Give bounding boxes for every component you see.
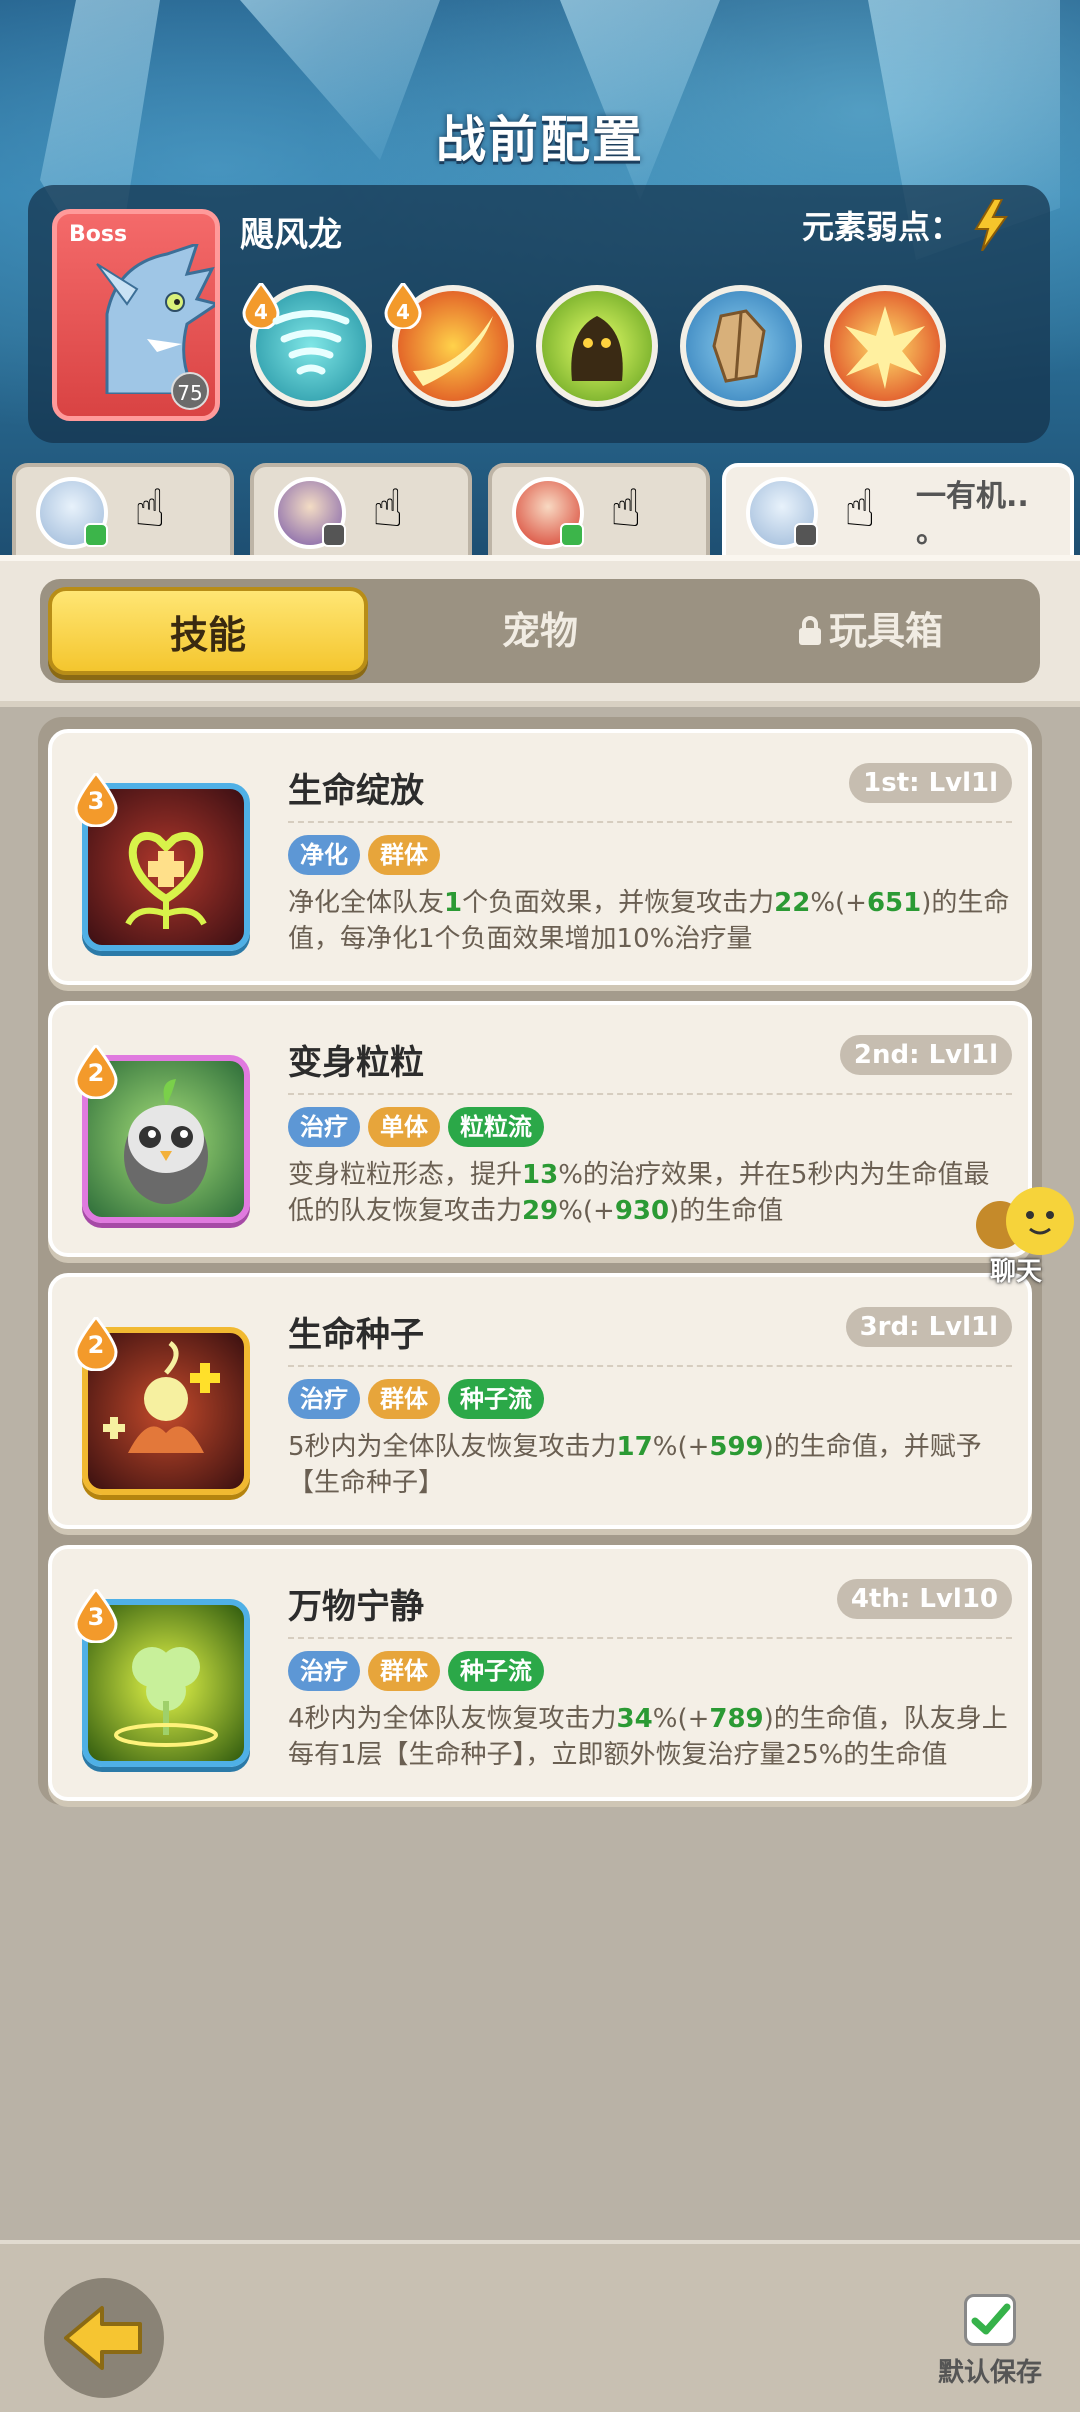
avatar: [274, 477, 346, 549]
weakness-label: 元素弱点：: [801, 208, 962, 246]
save-label: 默认保存: [937, 2358, 1042, 2388]
team-name-text: 一有机..: [916, 479, 1029, 514]
avatar: [36, 477, 108, 549]
skill-tag: 种子流: [448, 1379, 544, 1419]
divider: [288, 821, 1012, 823]
boss-level: 75: [171, 372, 209, 410]
skill-card[interactable]: 3 生命绽放 1st: Lvl1l 净化 群体 净化全体队友1个负面效果，并恢复…: [48, 729, 1032, 985]
skill-name: 万物宁静: [288, 1587, 424, 1627]
skill-rank: 3rd: Lvl1l: [845, 1307, 1012, 1347]
status-badge: [794, 523, 818, 547]
team-slot-2[interactable]: ☝: [250, 463, 472, 555]
shadow-beast-art: [571, 316, 623, 381]
boss-info-panel: Boss 75 飓风龙 元素弱点： 4 4: [28, 185, 1050, 443]
explosion-icon[interactable]: [824, 285, 946, 407]
avatar: [746, 477, 818, 549]
back-button[interactable]: [44, 2278, 164, 2398]
skill-tag: 种子流: [448, 1651, 544, 1691]
hand-pointer-icon: ☝: [844, 479, 876, 539]
skill-tags: 净化 群体: [288, 835, 440, 875]
skill-name: 生命种子: [288, 1315, 424, 1355]
bottom-bar: 默认保存: [0, 2240, 1080, 2412]
skill-tags: 治疗 群体 种子流: [288, 1379, 544, 1419]
skill-list: 3 生命绽放 1st: Lvl1l 净化 群体 净化全体队友1个负面效果，并恢复…: [38, 717, 1042, 1805]
skill-tags: 治疗 群体 种子流: [288, 1651, 544, 1691]
fire-slash-icon[interactable]: 4: [384, 283, 514, 407]
status-badge: [560, 523, 584, 547]
skill-tag: 治疗: [288, 1379, 360, 1419]
tab-pets[interactable]: 宠物: [380, 587, 700, 675]
divider: [288, 1365, 1012, 1367]
skill-description: 4秒内为全体队友恢复攻击力34%(+789)的生命值，队友身上每有1层【生命种子…: [288, 1704, 1008, 1770]
rock-shield-art: [712, 309, 766, 383]
skill-card[interactable]: 3 万物宁静 4th: Lvl10 治疗 群体 种子流 4秒内为全体队友恢复攻击…: [48, 1545, 1032, 1801]
status-badge: [322, 523, 346, 547]
skill-tag: 治疗: [288, 1651, 360, 1691]
tab-toybox[interactable]: 玩具箱: [710, 587, 1030, 675]
tab-strip: 技能 宠物 玩具箱: [0, 555, 1080, 707]
cost-drop-icon: 3: [74, 1586, 118, 1644]
team-name-dot: 。: [916, 515, 946, 550]
skill-card[interactable]: 2 变身粒粒 2nd: Lvl1l 治疗 单体 粒粒流 变身粒粒形态，提升13%…: [48, 1001, 1032, 1257]
skill-cost: 3: [87, 787, 105, 815]
element-weakness: 元素弱点：: [802, 199, 1010, 251]
cost-drop-icon: 2: [74, 1314, 118, 1372]
skill-cost: 3: [87, 1603, 105, 1631]
main-area: 技能 宠物 玩具箱 3 生命绽放 1st: Lvl1l 净化 群体 净化全体队友…: [0, 555, 1080, 2240]
skill-name: 变身粒粒: [288, 1043, 424, 1083]
skill-rank: 2nd: Lvl1l: [839, 1035, 1012, 1075]
skill-card[interactable]: 2 生命种子 3rd: Lvl1l 治疗 群体 种子流 5秒内为全体队友恢复攻击…: [48, 1273, 1032, 1529]
lightning-icon: [974, 199, 1008, 251]
skill-description: 变身粒粒形态，提升13%的治疗效果，并在5秒内为生命值最低的队友恢复攻击力29%…: [288, 1160, 990, 1226]
back-arrow-icon: [64, 2306, 142, 2370]
team-slot-4[interactable]: ☝ 一有机..。: [722, 463, 1074, 555]
cost-drop-icon: 2: [74, 1042, 118, 1100]
team-name: 一有机..。: [916, 479, 1029, 551]
fire-slash-art: [413, 316, 493, 386]
skill-rank: 4th: Lvl10: [836, 1579, 1012, 1619]
team-slot-1[interactable]: ☝: [12, 463, 234, 555]
skill-tag: 净化: [288, 835, 360, 875]
skill-cost: 2: [87, 1059, 105, 1087]
hand-pointer-icon: ☝: [372, 479, 404, 539]
divider: [288, 1637, 1012, 1639]
dragon-portrait: [96, 244, 215, 394]
boss-card[interactable]: Boss 75: [52, 209, 220, 421]
rock-shield-icon[interactable]: [680, 285, 802, 407]
skill-tag: 群体: [368, 1379, 440, 1419]
shadow-beast-icon[interactable]: [536, 285, 658, 407]
chat-label: 聊天: [990, 1257, 1043, 1287]
page-title: 战前配置: [436, 111, 644, 169]
skill-cost: 2: [87, 1331, 105, 1359]
checkbox-icon[interactable]: [964, 2294, 1016, 2346]
skill-description: 5秒内为全体队友恢复攻击力17%(+599)的生命值，并赋予【生命种子】: [288, 1432, 982, 1498]
hand-pointer-icon: ☝: [134, 479, 166, 539]
lock-icon: [798, 616, 821, 645]
tab-toybox-label: 玩具箱: [828, 609, 943, 653]
cost-drop-icon: 3: [74, 770, 118, 828]
skill-tag: 群体: [368, 1651, 440, 1691]
skill-name: 生命绽放: [288, 771, 424, 811]
hand-pointer-icon: ☝: [610, 479, 642, 539]
tab-skills[interactable]: 技能: [48, 587, 368, 675]
skill-description: 净化全体队友1个负面效果，并恢复攻击力22%(+651)的生命值，每净化1个负面…: [288, 888, 1010, 954]
team-slot-3[interactable]: ☝: [488, 463, 710, 555]
default-save-toggle[interactable]: 默认保存: [930, 2294, 1050, 2389]
tornado-icon[interactable]: 4: [242, 283, 372, 407]
skill-tag: 粒粒流: [448, 1107, 544, 1147]
skill-tag: 群体: [368, 835, 440, 875]
skill-rank: 1st: Lvl1l: [849, 763, 1012, 803]
divider: [288, 1093, 1012, 1095]
status-badge: [84, 523, 108, 547]
boss-name: 飓风龙: [240, 215, 342, 255]
tornado-art: [272, 310, 350, 375]
avatar: [512, 477, 584, 549]
chat-button[interactable]: 聊天: [970, 1185, 1080, 1295]
skill-tags: 治疗 单体 粒粒流: [288, 1107, 544, 1147]
tab-bar: 技能 宠物 玩具箱: [40, 579, 1040, 683]
explosion-art: [845, 306, 925, 389]
skill-tag: 单体: [368, 1107, 440, 1147]
skill-tag: 治疗: [288, 1107, 360, 1147]
